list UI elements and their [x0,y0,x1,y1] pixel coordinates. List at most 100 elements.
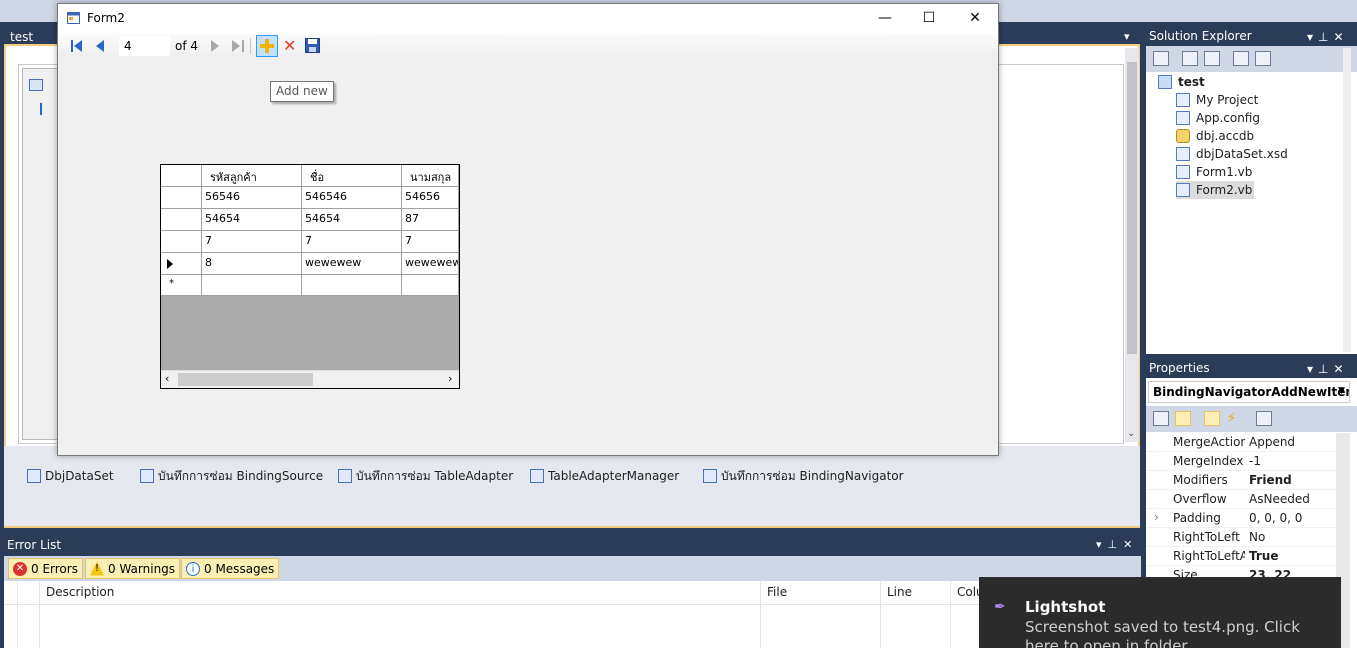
properties-view-icon[interactable] [1204,411,1220,426]
grid-cell[interactable]: 54654 [302,209,402,231]
minimize-icon[interactable]: — [875,10,895,26]
new-row-cell[interactable] [402,275,459,296]
property-value[interactable]: AsNeeded [1249,492,1310,506]
properties-object-selector[interactable]: BindingNavigatorAddNewItem S [1148,381,1350,403]
tree-item-app-config[interactable]: App.config [1176,109,1260,127]
add-new-button[interactable] [256,35,278,57]
delete-icon[interactable]: ✕ [283,38,296,54]
move-next-icon[interactable] [210,40,219,52]
property-value[interactable]: No [1249,530,1265,544]
column-line[interactable]: Line [887,585,912,599]
tree-item-form1[interactable]: Form1.vb [1176,163,1252,181]
tray-item-tableadapter[interactable]: บันทึกการซ่อม TableAdapter [338,468,513,484]
property-pages-icon[interactable] [1256,411,1272,426]
maximize-icon[interactable]: ☐ [919,10,939,26]
grid-scroll-thumb[interactable] [178,373,313,386]
alphabetical-icon[interactable] [1175,411,1191,426]
designer-scroll-thumb[interactable] [1127,62,1137,354]
column-separator [39,581,40,648]
row-header[interactable] [161,253,202,275]
property-value[interactable]: Friend [1249,473,1292,487]
property-value[interactable]: -1 [1249,454,1261,468]
row-header[interactable] [161,209,202,231]
move-previous-icon[interactable] [96,40,105,52]
grid-cell[interactable]: 546546 [302,187,402,209]
tray-item-tableadaptermanager[interactable]: TableAdapterManager [530,468,679,484]
property-value[interactable]: Append [1249,435,1295,449]
tray-item-bindingnavigator[interactable]: บันทึกการซ่อม BindingNavigator [703,468,904,484]
view-designer-icon[interactable] [1255,51,1271,66]
property-row[interactable]: MergeIndex -1 [1146,452,1336,471]
column-separator [17,581,18,648]
grid-cell[interactable]: 54656 [402,187,459,209]
new-row-cell[interactable] [202,275,302,296]
properties-icon[interactable] [1153,51,1169,66]
property-row[interactable]: RightToLeftA True [1146,547,1336,566]
errors-filter-button[interactable]: ✕ 0 Errors [8,558,83,579]
scroll-down-icon[interactable]: ⌄ [1127,428,1135,439]
tree-item-form2[interactable]: Form2.vb [1176,181,1255,199]
solution-explorer-window-controls[interactable]: ▾⊥✕ [1307,30,1349,44]
property-row[interactable]: RightToLeft No [1146,528,1336,547]
column-description[interactable]: Description [46,585,114,599]
project-node[interactable]: test [1158,73,1205,91]
tree-item-database[interactable]: dbj.accdb [1176,127,1254,145]
refresh-icon[interactable] [1204,51,1220,66]
categorized-icon[interactable] [1153,411,1169,426]
view-code-icon[interactable] [1233,51,1249,66]
column-header[interactable]: รหัสลูกค้า [202,165,302,187]
grid-cell[interactable]: 54654 [202,209,302,231]
warnings-count: 0 Warnings [108,561,176,576]
grid-cell[interactable]: 7 [202,231,302,253]
grid-corner-header[interactable] [161,165,202,187]
row-header[interactable] [161,187,202,209]
grid-cell[interactable]: wewewew [302,253,402,275]
warnings-filter-button[interactable]: ! 0 Warnings [85,558,181,579]
property-row[interactable]: Overflow AsNeeded [1146,490,1336,509]
component-tray [4,446,1140,526]
tree-item-my-project[interactable]: My Project [1176,91,1258,109]
bindingsource-icon [140,469,154,483]
position-input[interactable] [119,36,170,56]
form2-titlebar[interactable] [58,4,998,34]
show-all-files-icon[interactable] [1182,51,1198,66]
column-header[interactable]: ชื่อ [302,165,402,187]
save-icon[interactable] [305,38,320,56]
messages-filter-button[interactable]: i 0 Messages [181,558,280,579]
events-icon[interactable]: ⚡ [1227,411,1243,426]
tab-dropdown-icon[interactable]: ▾ [1124,30,1130,43]
grid-cell[interactable]: 7 [302,231,402,253]
tree-item-dataset[interactable]: dbjDataSet.xsd [1176,145,1288,163]
property-row[interactable]: › Padding 0, 0, 0, 0 [1146,509,1336,528]
row-header[interactable] [161,231,202,253]
tree-item-label: dbj.accdb [1196,129,1255,143]
grid-cell[interactable]: wewewew [402,253,459,275]
property-row[interactable]: Modifiers Friend [1146,471,1336,490]
property-value[interactable]: 0, 0, 0, 0 [1249,511,1302,525]
property-row[interactable]: MergeAction Append [1146,433,1336,452]
chevron-down-icon[interactable]: ▼ [1338,386,1345,396]
grid-cell[interactable]: 8 [202,253,302,275]
expand-icon[interactable]: › [1154,510,1159,524]
move-last-icon[interactable] [232,40,244,52]
dataset-icon [1176,147,1190,161]
column-header[interactable]: นามสกุล [402,165,459,187]
scroll-left-icon[interactable]: ‹ [165,372,169,385]
tray-item-bindingsource[interactable]: บันทึกการซ่อม BindingSource [140,468,323,484]
scroll-right-icon[interactable]: › [448,372,452,385]
new-row-cell[interactable] [302,275,402,296]
property-value[interactable]: True [1249,549,1278,563]
grid-cell[interactable]: 7 [402,231,459,253]
error-list-window-controls[interactable]: ▾⊥✕ [1096,538,1138,551]
grid-cell[interactable]: 87 [402,209,459,231]
tray-item-dataset[interactable]: DbjDataSet [27,468,114,484]
close-icon[interactable]: ✕ [965,10,985,26]
move-first-icon[interactable] [71,40,83,52]
properties-window-controls[interactable]: ▾⊥✕ [1307,362,1349,376]
tree-item-label: My Project [1196,93,1259,107]
new-row-header[interactable]: * [161,275,202,296]
toolbar-separator [250,38,251,54]
column-file[interactable]: File [767,585,787,599]
solution-explorer-scrollbar[interactable] [1343,48,1351,352]
grid-cell[interactable]: 56546 [202,187,302,209]
